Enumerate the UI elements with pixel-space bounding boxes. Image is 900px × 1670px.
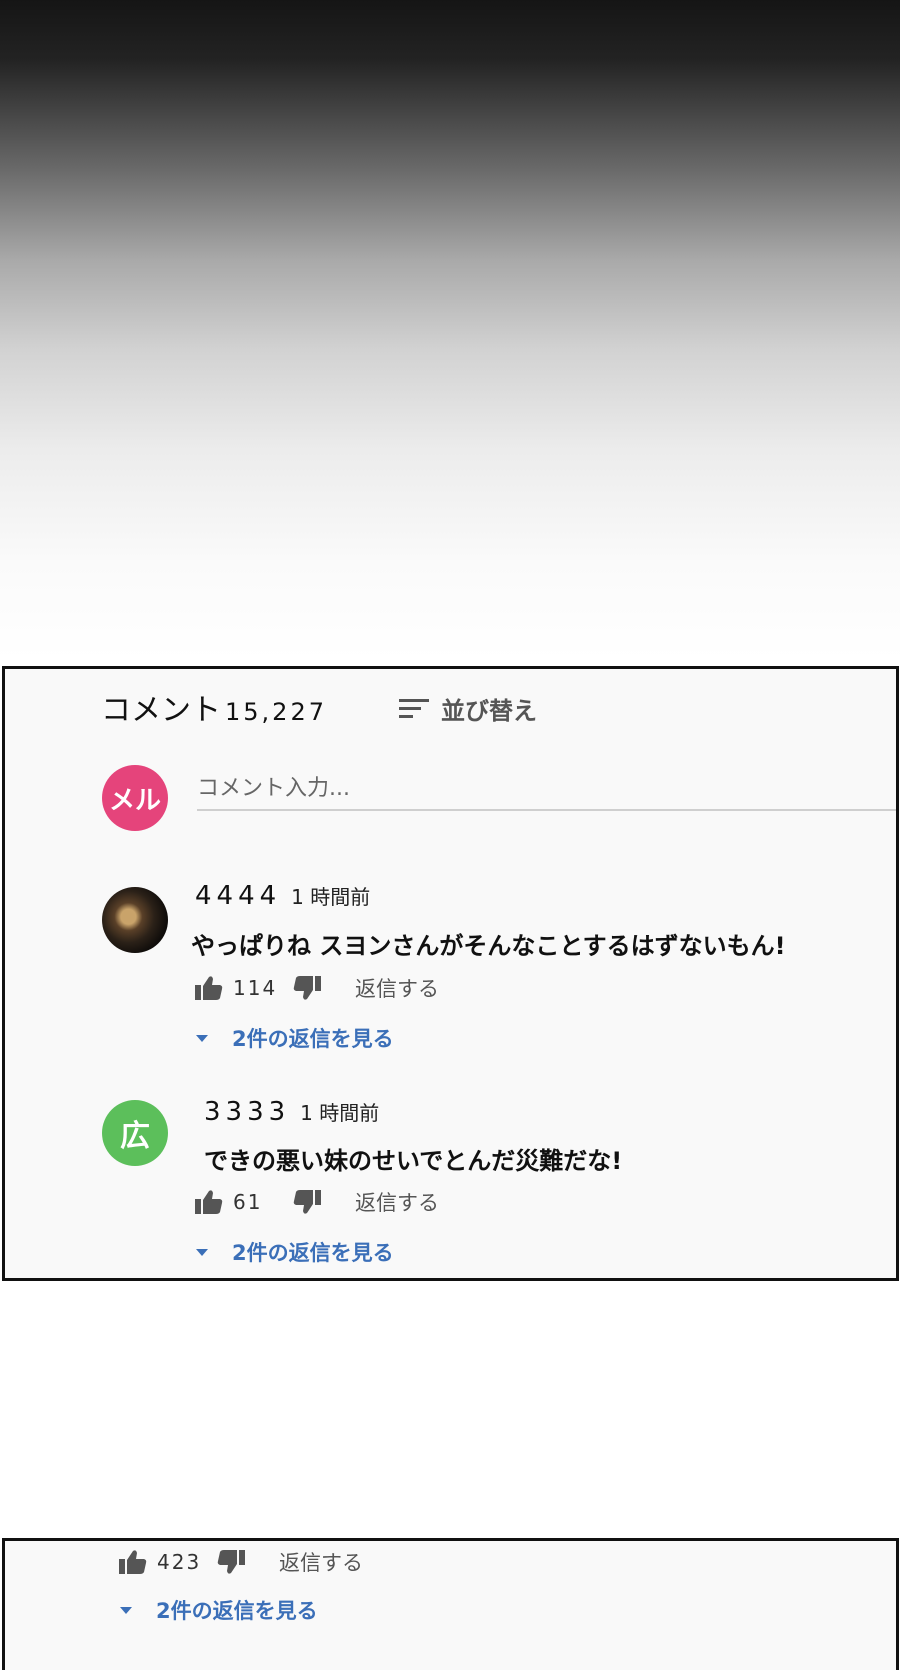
thumbs-up-icon[interactable] <box>119 1549 147 1575</box>
comment-actions: 423 返信する <box>119 1547 363 1577</box>
comment-author-avatar[interactable] <box>102 887 168 953</box>
comment-text: できの悪い妹のせいでとんだ災難だな! <box>204 1147 623 1175</box>
expand-arrow-icon <box>196 1034 208 1042</box>
thumbs-down-icon[interactable] <box>293 975 321 1001</box>
comment-meta: 3333 1 時間前 <box>204 1097 379 1127</box>
comment-time: 1 時間前 <box>300 1101 380 1125</box>
comment-actions: 61 返信する <box>195 1187 439 1217</box>
comment-input-area <box>197 769 896 811</box>
expand-arrow-icon <box>196 1248 208 1256</box>
thumbs-down-icon[interactable] <box>217 1549 245 1575</box>
comments-panel: コメント 15,227 並び替え メル 4444 1 時間前 やっぱりね スヨン… <box>2 666 899 1281</box>
view-replies-label: 2件の返信を見る <box>232 1241 394 1265</box>
view-replies-button[interactable]: 2件の返信を見る <box>120 1595 318 1625</box>
thumbs-up-icon[interactable] <box>195 1189 223 1215</box>
gradient-background <box>0 0 900 668</box>
view-replies-label: 2件の返信を見る <box>232 1027 394 1051</box>
reply-button[interactable]: 返信する <box>279 1547 363 1577</box>
comment-author[interactable]: 4444 <box>195 881 281 911</box>
thumbs-down-icon[interactable] <box>293 1189 321 1215</box>
comment-actions: 114 返信する <box>195 973 439 1003</box>
lower-comments-panel: 423 返信する 2件の返信を見る <box>2 1538 899 1670</box>
reply-button[interactable]: 返信する <box>355 973 439 1003</box>
current-user-avatar: メル <box>102 765 168 831</box>
comment-time: 1 時間前 <box>291 885 371 909</box>
thumbs-up-icon[interactable] <box>195 975 223 1001</box>
comment-meta: 4444 1 時間前 <box>195 881 370 911</box>
comment-author-avatar[interactable]: 広 <box>102 1100 168 1166</box>
view-replies-button[interactable]: 2件の返信を見る <box>196 1023 394 1053</box>
sort-icon <box>399 698 429 720</box>
view-replies-button[interactable]: 2件の返信を見る <box>196 1237 394 1267</box>
reply-button[interactable]: 返信する <box>355 1187 439 1217</box>
like-count: 61 <box>233 1190 263 1214</box>
view-replies-label: 2件の返信を見る <box>156 1599 318 1623</box>
comment-input[interactable] <box>197 769 896 807</box>
comments-header: コメント 15,227 <box>101 685 327 729</box>
like-count: 114 <box>233 976 278 1000</box>
comment-count: 15,227 <box>225 698 327 726</box>
comments-header-label: コメント <box>101 693 221 728</box>
sort-button[interactable]: 並び替え <box>399 691 537 726</box>
sort-label: 並び替え <box>441 697 537 725</box>
comment-author[interactable]: 3333 <box>204 1097 290 1127</box>
like-count: 423 <box>157 1550 202 1574</box>
comment-text: やっぱりね スヨンさんがそんなことするはずないもん! <box>191 932 786 960</box>
expand-arrow-icon <box>120 1606 132 1614</box>
